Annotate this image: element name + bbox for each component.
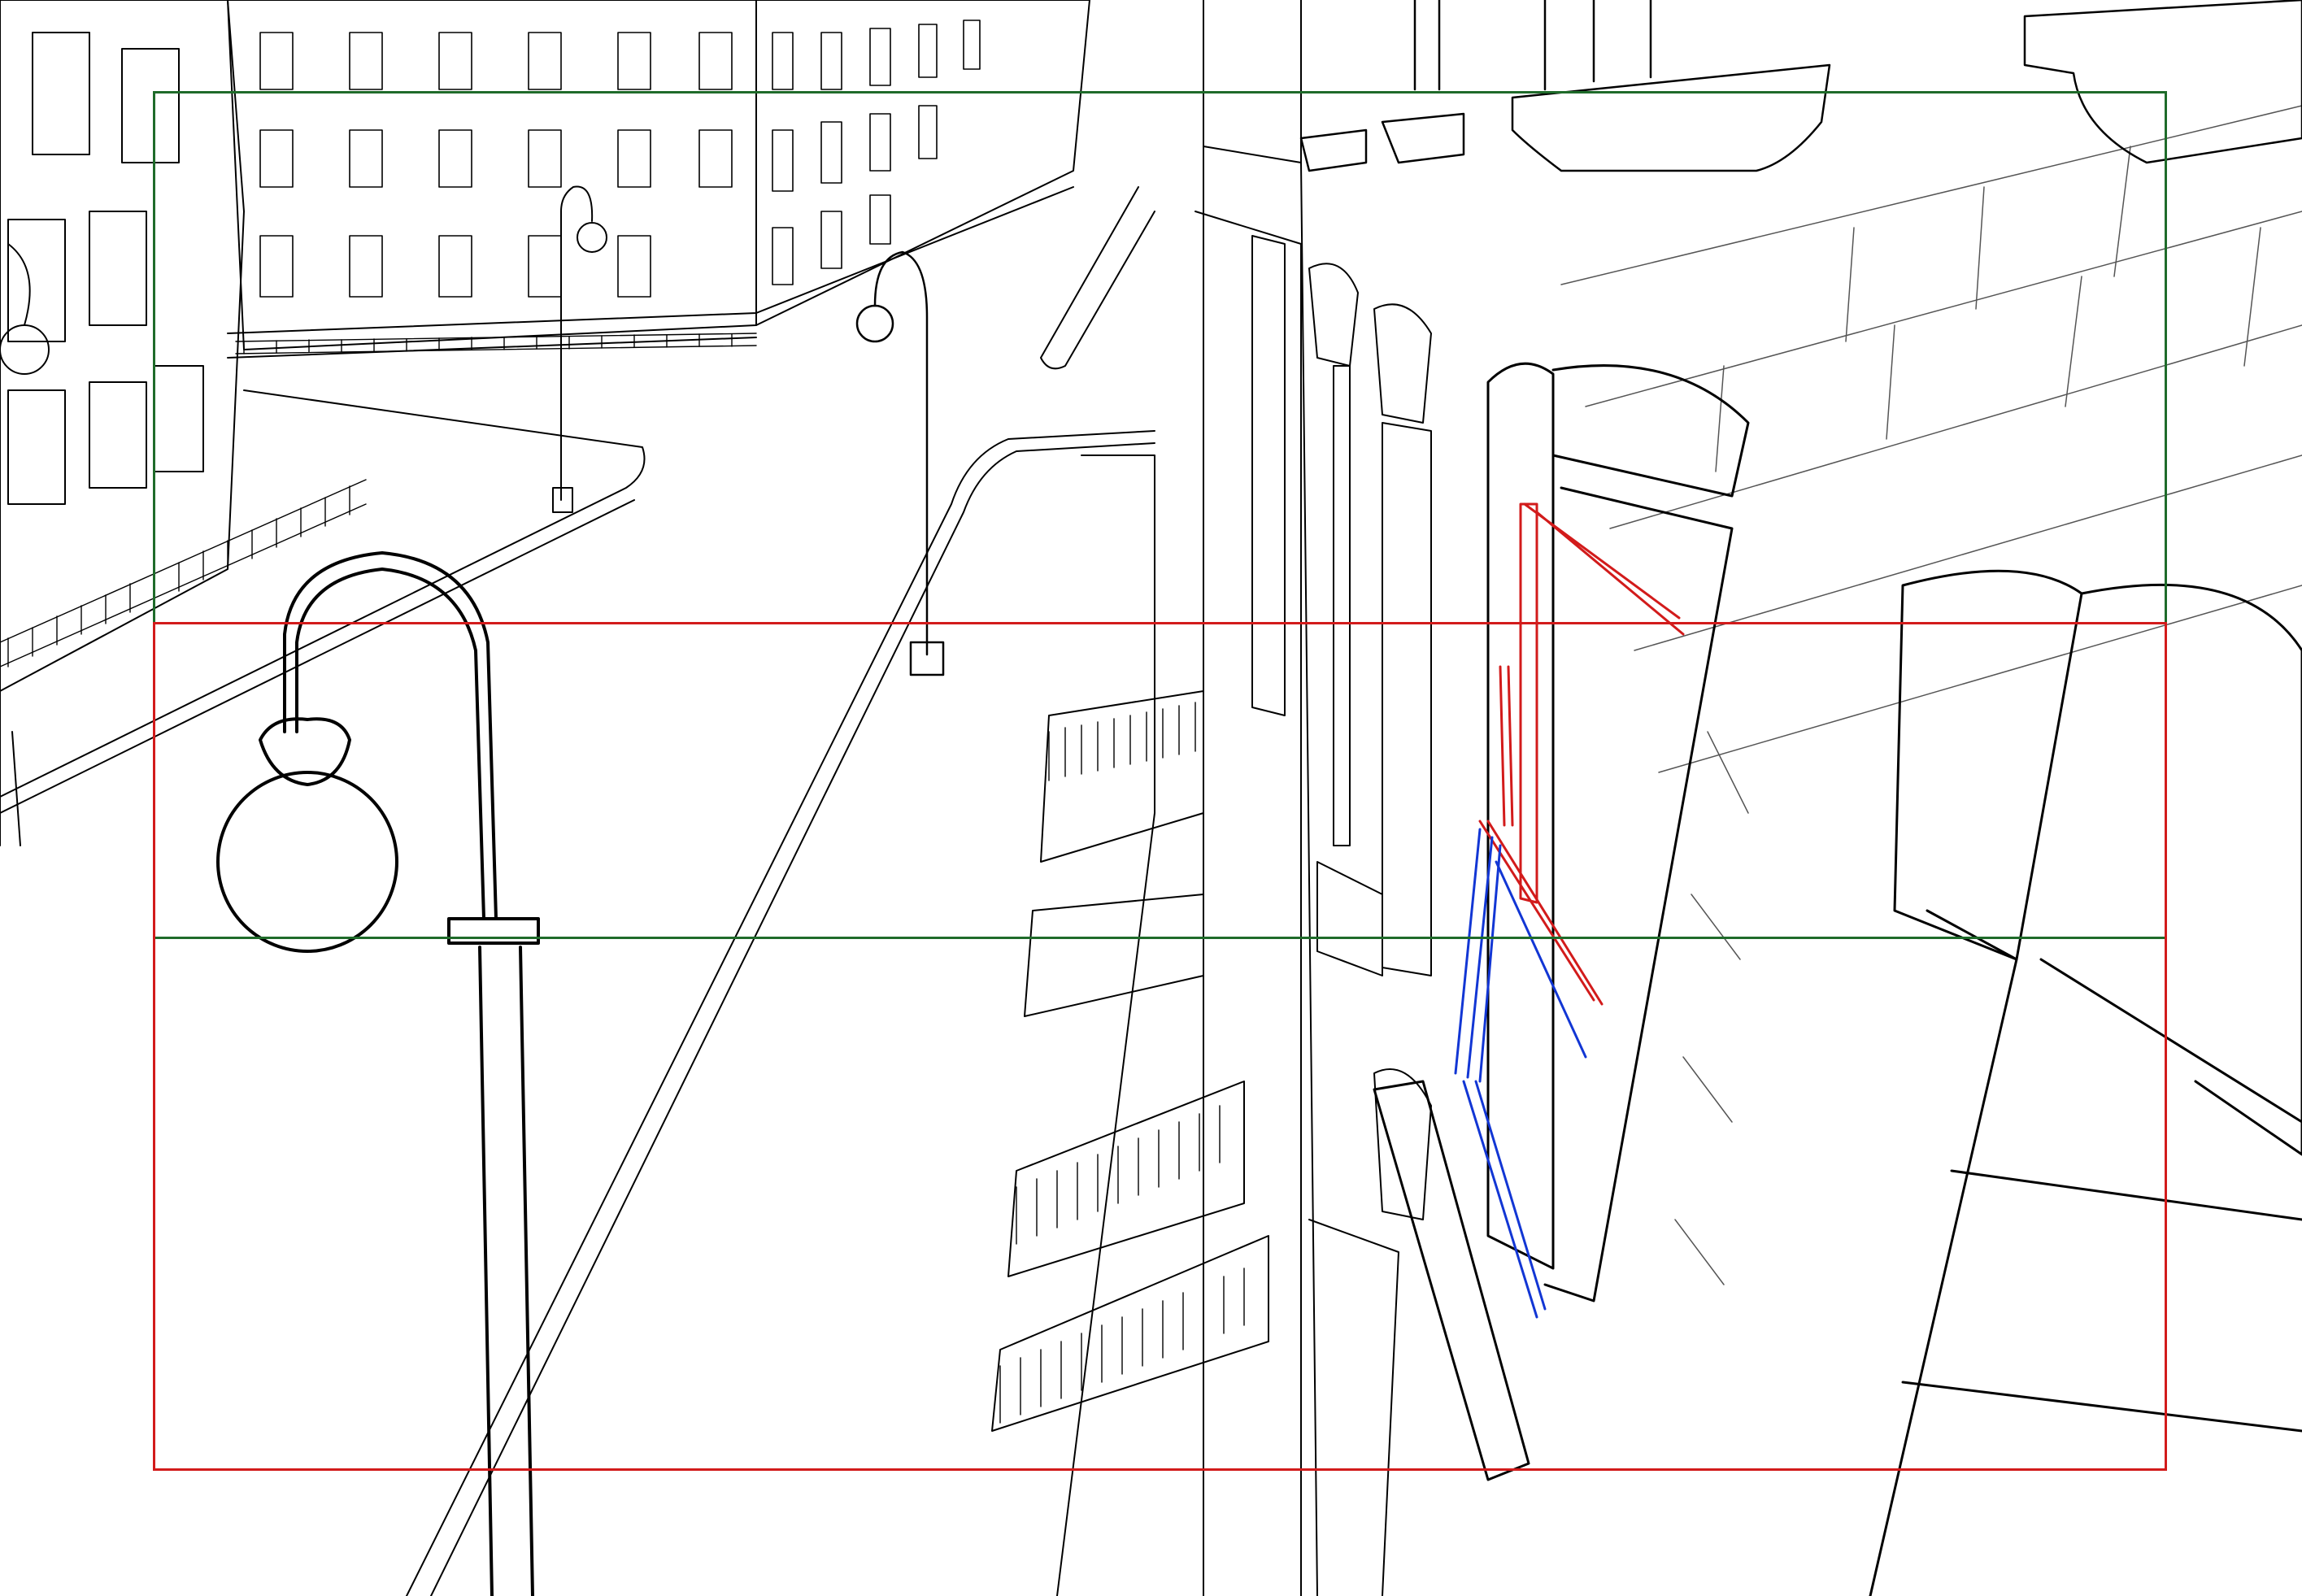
guide-frame-red bbox=[153, 622, 2167, 1471]
